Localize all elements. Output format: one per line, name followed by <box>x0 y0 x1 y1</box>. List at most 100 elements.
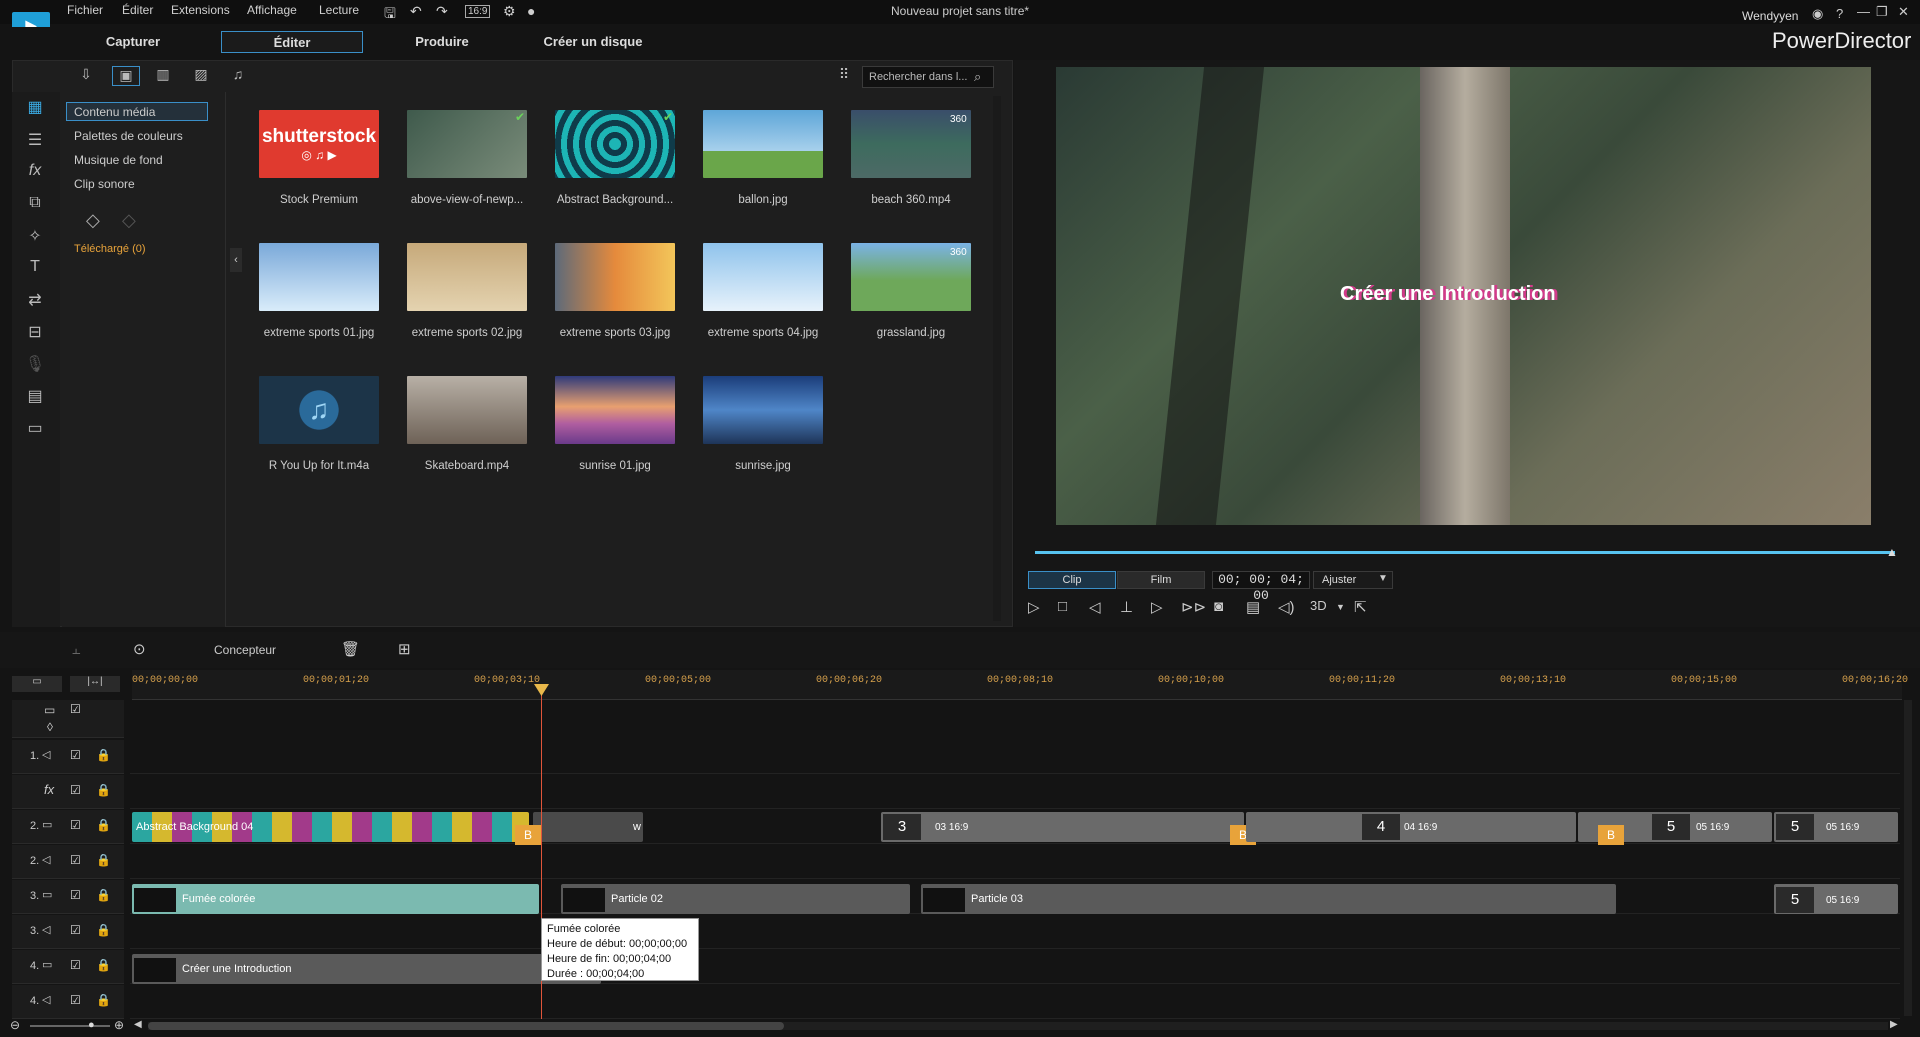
transition-marker[interactable]: B <box>515 825 541 845</box>
tab-create-disc[interactable]: Créer un disque <box>522 31 664 53</box>
help-icon[interactable]: ? <box>1836 6 1843 21</box>
lock-icon[interactable]: 🔒 <box>96 853 111 867</box>
lock-icon[interactable]: 🔒 <box>96 993 111 1007</box>
search-icon[interactable]: ⌕ <box>974 69 981 85</box>
media-thumb-sunrise-01[interactable] <box>555 376 675 444</box>
lock-icon[interactable]: 🔒 <box>96 888 111 902</box>
transition-icon[interactable]: ⇄ <box>22 290 48 312</box>
media-thumb-skateboard[interactable] <box>407 376 527 444</box>
enable-checkbox[interactable]: ☑ <box>70 958 81 972</box>
lock-icon[interactable]: 🔒 <box>96 818 111 832</box>
media-thumb-music[interactable]: ♫ <box>259 376 379 444</box>
zoom-out-icon[interactable]: ⊖ <box>10 1018 20 1032</box>
restore-icon[interactable]: ❐ <box>1876 4 1888 20</box>
prev-frame-icon[interactable]: ◁ <box>1089 598 1101 616</box>
menu-edit[interactable]: Éditer <box>122 3 153 17</box>
all-media-tab-icon[interactable]: ▣ <box>112 66 140 86</box>
subtitle-icon[interactable]: ▤ <box>1246 598 1260 616</box>
lock-icon[interactable]: 🔒 <box>96 748 111 762</box>
media-thumb-sports-01[interactable] <box>259 243 379 311</box>
menu-extensions[interactable]: Extensions <box>171 3 230 17</box>
play-icon[interactable]: ▷ <box>1028 598 1040 616</box>
timecode-display[interactable]: 00; 00; 04; 00 <box>1212 571 1310 603</box>
audio-mix-icon[interactable]: ⊟ <box>22 322 48 344</box>
enable-checkbox[interactable]: ☑ <box>70 923 81 937</box>
fast-forward-icon[interactable]: ⊳⊳ <box>1181 598 1206 616</box>
tab-produce[interactable]: Produire <box>371 31 513 53</box>
import-icon[interactable]: ⇩ <box>72 66 100 86</box>
designer-button[interactable]: Concepteur <box>214 643 276 657</box>
tree-item-media[interactable]: Contenu média <box>74 105 155 119</box>
effect-room-icon[interactable]: fx <box>22 162 48 184</box>
clip-particle-03[interactable]: Particle 03 <box>921 884 1616 914</box>
tree-item-sound-clips[interactable]: Clip sonore <box>74 177 135 191</box>
enable-checkbox[interactable]: ☑ <box>70 748 81 762</box>
media-thumb-sunrise[interactable] <box>703 376 823 444</box>
undo-icon[interactable]: ↶ <box>410 3 422 20</box>
enable-checkbox[interactable]: ☑ <box>70 783 81 797</box>
media-thumb-sports-04[interactable] <box>703 243 823 311</box>
volume-icon[interactable]: ◁) <box>1278 598 1295 616</box>
downloaded-tag[interactable]: Téléchargé (0) <box>74 243 146 255</box>
aspect-ratio-select[interactable]: 16:9 <box>465 5 491 18</box>
track-manager-icon[interactable]: ▭ <box>12 676 62 692</box>
library-scrollbar[interactable] <box>993 96 1001 621</box>
clip-above-view[interactable]: w <box>533 812 643 842</box>
chevron-down-icon[interactable]: ▼ <box>1378 573 1388 584</box>
enable-checkbox[interactable]: ☑ <box>70 888 81 902</box>
3d-mode-button[interactable]: 3D <box>1310 598 1327 613</box>
lock-icon[interactable]: 🔒 <box>96 958 111 972</box>
chevron-down-icon[interactable]: ▼ <box>1336 602 1345 612</box>
minimize-icon[interactable]: — <box>1857 4 1870 19</box>
close-icon[interactable]: ✕ <box>1898 4 1909 20</box>
view-grid-icon[interactable]: ⠿ <box>830 66 858 86</box>
undock-icon[interactable]: ⇱ <box>1354 598 1367 616</box>
marker-icon[interactable]: ◊ <box>47 720 53 734</box>
progress-handle-icon[interactable]: ▲ <box>1886 545 1898 559</box>
username[interactable]: Wendyyen <box>1742 9 1798 23</box>
enable-checkbox[interactable]: ☑ <box>70 702 81 716</box>
video-filter-icon[interactable]: ▥ <box>149 66 177 86</box>
fit-timeline-icon[interactable]: |↔| <box>70 676 120 692</box>
audio-filter-icon[interactable]: ♫ <box>224 66 252 86</box>
tools-icon[interactable]: ⊙ <box>133 640 146 658</box>
menu-playback[interactable]: Lecture <box>319 3 359 17</box>
tree-item-color-boards[interactable]: Palettes de couleurs <box>74 129 183 143</box>
menu-view[interactable]: Affichage <box>247 3 297 17</box>
title-room-icon[interactable]: T <box>22 258 48 280</box>
media-room-icon[interactable]: ▦ <box>22 97 48 119</box>
chapter-room-icon[interactable]: ▤ <box>22 386 48 408</box>
media-thumb-sports-02[interactable] <box>407 243 527 311</box>
transition-room-icon[interactable]: ☰ <box>22 130 48 152</box>
snapshot-icon[interactable]: ◙ <box>1214 598 1223 615</box>
pip-room-icon[interactable]: ⧉ <box>22 194 48 216</box>
chapter-icon[interactable]: ▭ <box>44 703 55 717</box>
enable-checkbox[interactable]: ☑ <box>70 853 81 867</box>
media-thumb-abstract[interactable] <box>555 110 675 178</box>
particle-room-icon[interactable]: ✧ <box>22 226 48 248</box>
track-row[interactable] <box>130 915 1900 949</box>
clip-intro-title[interactable]: Créer une Introduction <box>132 954 601 984</box>
track-row[interactable] <box>130 775 1900 809</box>
scroll-right-icon[interactable]: ▶ <box>1890 1019 1898 1030</box>
save-icon[interactable]: 🖫 <box>384 3 396 27</box>
tab-capture[interactable]: Capturer <box>62 31 204 53</box>
track-row[interactable] <box>130 985 1900 1019</box>
timeline-vscrollbar[interactable] <box>1904 700 1912 1016</box>
menu-file[interactable]: Fichier <box>67 3 103 17</box>
film-mode-button[interactable]: Film <box>1117 571 1205 589</box>
subtitle-room-icon[interactable]: ▭ <box>22 418 48 440</box>
media-thumb-balloon[interactable] <box>703 110 823 178</box>
clip-mode-button[interactable]: Clip <box>1028 571 1116 589</box>
track-row[interactable] <box>130 740 1900 774</box>
redo-icon[interactable]: ↷ <box>436 3 448 20</box>
next-frame-icon[interactable]: ▷ <box>1151 598 1163 616</box>
scroll-left-icon[interactable]: ◀ <box>134 1019 142 1030</box>
clip-particle-02[interactable]: Particle 02 <box>561 884 910 914</box>
zoom-in-icon[interactable]: ⊕ <box>114 1018 124 1032</box>
lock-icon[interactable]: 🔒 <box>96 923 111 937</box>
preview-progress[interactable] <box>1035 551 1895 554</box>
mark-icon[interactable]: ⊥ <box>1120 598 1133 616</box>
settings-icon[interactable]: ⚙ <box>503 3 516 20</box>
enable-checkbox[interactable]: ☑ <box>70 993 81 1007</box>
